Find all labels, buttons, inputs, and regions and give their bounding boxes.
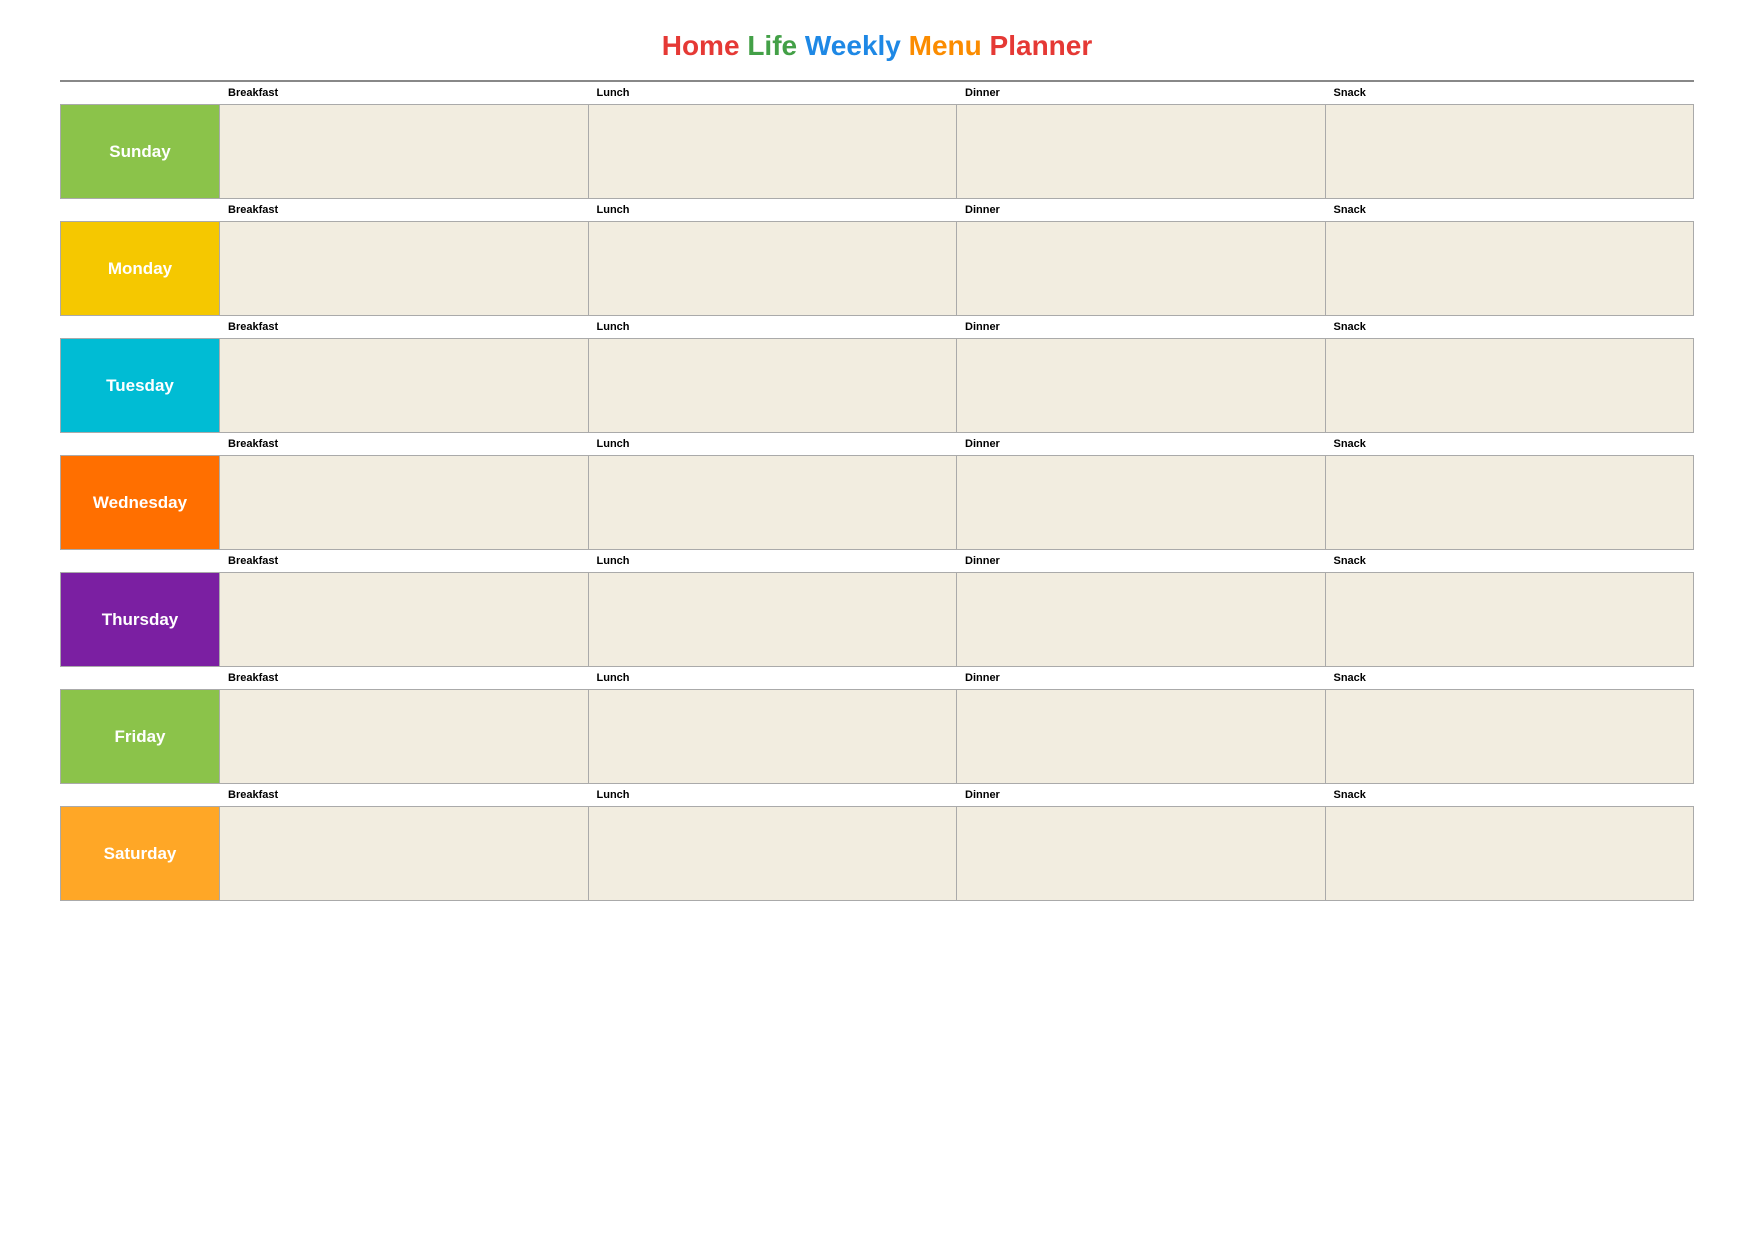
meal-cell-thursday-dinner[interactable] (957, 572, 1326, 667)
title-life: Life (747, 30, 797, 61)
day-row-thursday: Thursday (60, 572, 1694, 667)
day-row-monday: Monday (60, 221, 1694, 316)
page-title: Home Life Weekly Menu Planner (60, 30, 1694, 62)
meal-cell-thursday-lunch[interactable] (589, 572, 958, 667)
meal-cell-monday-lunch[interactable] (589, 221, 958, 316)
day-cell-friday: Friday (60, 689, 220, 784)
meal-cell-sunday-breakfast[interactable] (220, 104, 589, 199)
meal-cell-friday-lunch[interactable] (589, 689, 958, 784)
day-row-sunday: Sunday (60, 104, 1694, 199)
header-dinner-wednesday: Dinner (957, 433, 1326, 455)
meal-cell-monday-snack[interactable] (1326, 221, 1695, 316)
header-dinner-sunday: Dinner (957, 82, 1326, 104)
header-breakfast-wednesday: Breakfast (220, 433, 589, 455)
meal-cell-sunday-lunch[interactable] (589, 104, 958, 199)
meal-cell-saturday-lunch[interactable] (589, 806, 958, 901)
day-label-saturday: Saturday (104, 844, 177, 864)
header-snack-friday: Snack (1326, 667, 1695, 689)
meal-cell-friday-breakfast[interactable] (220, 689, 589, 784)
day-label-monday: Monday (108, 259, 172, 279)
meal-cell-wednesday-dinner[interactable] (957, 455, 1326, 550)
meal-cell-friday-snack[interactable] (1326, 689, 1695, 784)
header-dinner-monday: Dinner (957, 199, 1326, 221)
meal-cell-wednesday-snack[interactable] (1326, 455, 1695, 550)
title-weekly: Weekly (805, 30, 901, 61)
header-lunch-tuesday: Lunch (589, 316, 958, 338)
header-lunch-monday: Lunch (589, 199, 958, 221)
meal-cell-sunday-dinner[interactable] (957, 104, 1326, 199)
title-home: Home (662, 30, 740, 61)
header-lunch-wednesday: Lunch (589, 433, 958, 455)
meal-cell-tuesday-lunch[interactable] (589, 338, 958, 433)
header-breakfast-sunday: Breakfast (220, 82, 589, 104)
meal-cell-thursday-snack[interactable] (1326, 572, 1695, 667)
day-row-wednesday: Wednesday (60, 455, 1694, 550)
header-dinner-saturday: Dinner (957, 784, 1326, 806)
day-cell-monday: Monday (60, 221, 220, 316)
header-snack-wednesday: Snack (1326, 433, 1695, 455)
header-breakfast-saturday: Breakfast (220, 784, 589, 806)
meal-cell-tuesday-snack[interactable] (1326, 338, 1695, 433)
day-cell-saturday: Saturday (60, 806, 220, 901)
meal-cell-monday-dinner[interactable] (957, 221, 1326, 316)
header-lunch-thursday: Lunch (589, 550, 958, 572)
header-snack-thursday: Snack (1326, 550, 1695, 572)
day-row-saturday: Saturday (60, 806, 1694, 901)
meal-cell-saturday-dinner[interactable] (957, 806, 1326, 901)
day-cell-thursday: Thursday (60, 572, 220, 667)
meal-cell-monday-breakfast[interactable] (220, 221, 589, 316)
header-breakfast-monday: Breakfast (220, 199, 589, 221)
header-snack-tuesday: Snack (1326, 316, 1695, 338)
header-breakfast-thursday: Breakfast (220, 550, 589, 572)
day-label-thursday: Thursday (102, 610, 179, 630)
day-row-friday: Friday (60, 689, 1694, 784)
meal-cell-thursday-breakfast[interactable] (220, 572, 589, 667)
meal-cell-friday-dinner[interactable] (957, 689, 1326, 784)
day-cell-wednesday: Wednesday (60, 455, 220, 550)
meal-cell-sunday-snack[interactable] (1326, 104, 1695, 199)
header-lunch-friday: Lunch (589, 667, 958, 689)
meal-cell-tuesday-breakfast[interactable] (220, 338, 589, 433)
day-row-tuesday: Tuesday (60, 338, 1694, 433)
day-label-tuesday: Tuesday (106, 376, 174, 396)
header-snack-saturday: Snack (1326, 784, 1695, 806)
header-dinner-friday: Dinner (957, 667, 1326, 689)
header-breakfast-friday: Breakfast (220, 667, 589, 689)
meal-cell-saturday-breakfast[interactable] (220, 806, 589, 901)
title-planner: Planner (990, 30, 1093, 61)
header-dinner-tuesday: Dinner (957, 316, 1326, 338)
meal-cell-wednesday-breakfast[interactable] (220, 455, 589, 550)
header-breakfast-tuesday: Breakfast (220, 316, 589, 338)
header-snack-sunday: Snack (1326, 82, 1695, 104)
header-snack-monday: Snack (1326, 199, 1695, 221)
header-lunch-saturday: Lunch (589, 784, 958, 806)
day-label-sunday: Sunday (109, 142, 170, 162)
header-dinner-thursday: Dinner (957, 550, 1326, 572)
header-lunch-sunday: Lunch (589, 82, 958, 104)
meal-cell-tuesday-dinner[interactable] (957, 338, 1326, 433)
meal-cell-saturday-snack[interactable] (1326, 806, 1695, 901)
meal-cell-wednesday-lunch[interactable] (589, 455, 958, 550)
planner-container: BreakfastLunchDinnerSnackSundayBreakfast… (60, 82, 1694, 901)
day-label-wednesday: Wednesday (93, 493, 187, 513)
title-menu: Menu (909, 30, 982, 61)
day-label-friday: Friday (114, 727, 165, 747)
day-cell-sunday: Sunday (60, 104, 220, 199)
day-cell-tuesday: Tuesday (60, 338, 220, 433)
